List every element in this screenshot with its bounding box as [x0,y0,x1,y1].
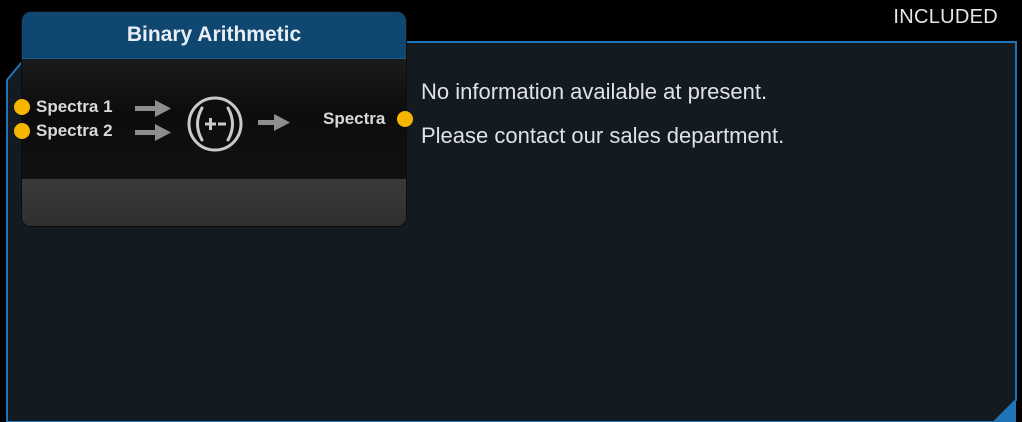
info-text: No information available at present. Ple… [421,70,784,158]
output-arrow-icon [258,114,290,131]
input-port-1[interactable] [14,99,30,115]
input-port-1-label: Spectra 1 [36,97,113,116]
node-title: Binary Arithmetic [22,12,406,59]
info-line-1: No information available at present. [421,79,768,104]
input-arrow-1-icon [135,100,171,117]
info-line-2: Please contact our sales department. [421,123,785,148]
input-port-2[interactable] [14,123,30,139]
status-badge: INCLUDED [893,6,998,28]
output-port-label: Spectra [323,109,386,128]
plus-minus-icon [187,96,243,152]
output-port[interactable] [397,111,413,127]
input-arrow-2-icon [135,124,171,141]
input-port-2-label: Spectra 2 [36,121,113,140]
node-footer [22,179,406,226]
